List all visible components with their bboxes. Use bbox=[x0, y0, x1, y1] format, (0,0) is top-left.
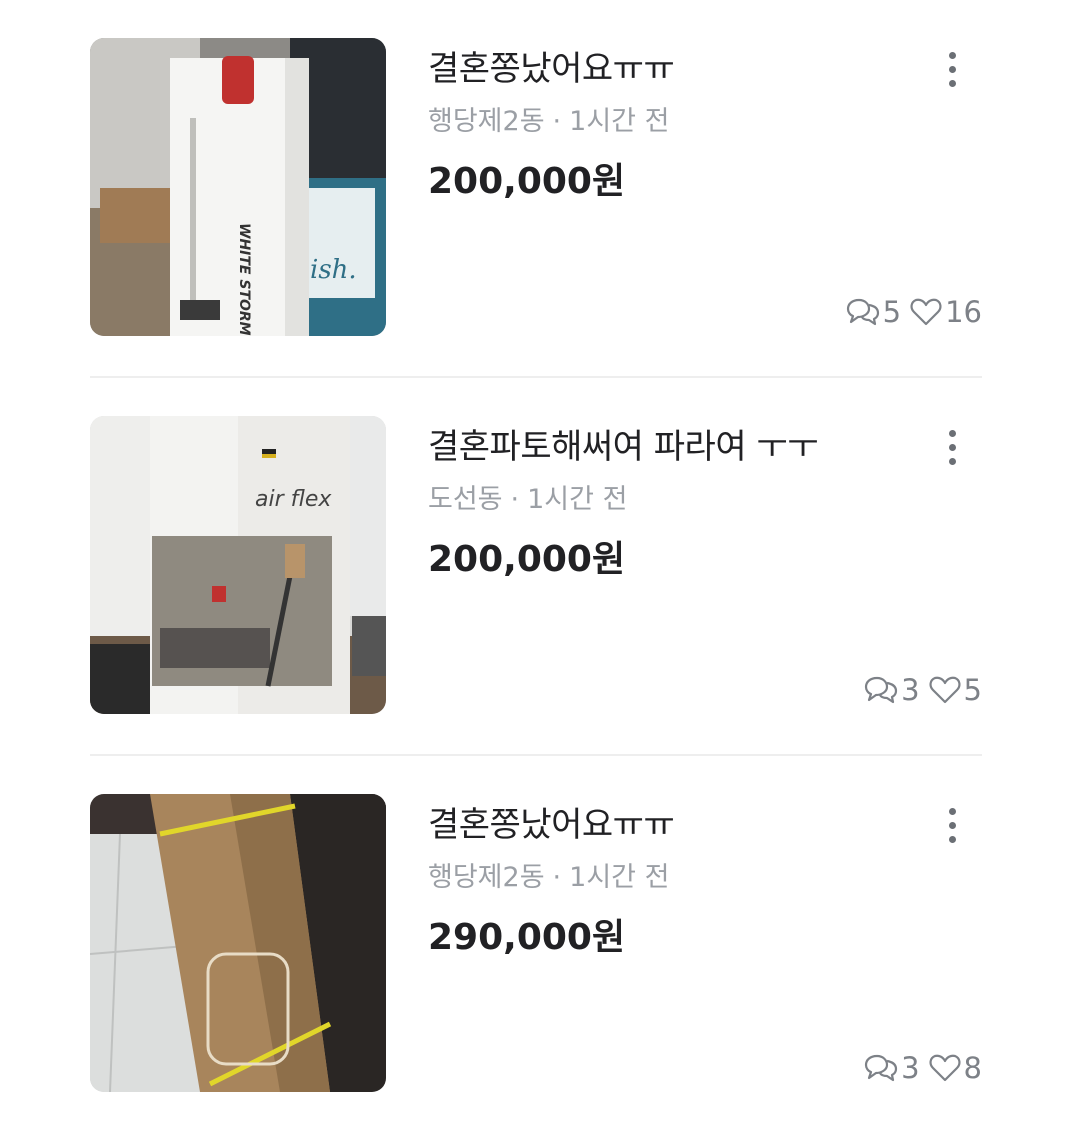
more-vertical-icon[interactable] bbox=[938, 806, 968, 846]
listing-item[interactable]: 결혼쫑났어요ㅠㅠ 행당제2동 · 1시간 전 290,000원 3 8 bbox=[0, 794, 1080, 1094]
product-thumbnail[interactable] bbox=[90, 794, 386, 1092]
listing-meta: 행당제2동 · 1시간 전 bbox=[428, 860, 669, 896]
product-thumbnail[interactable]: air flex bbox=[90, 416, 386, 714]
listing-meta: 행당제2동 · 1시간 전 bbox=[428, 104, 669, 140]
listing-price: 290,000원 bbox=[428, 917, 626, 958]
divider bbox=[90, 376, 982, 378]
more-vertical-icon[interactable] bbox=[938, 50, 968, 90]
like-count-value: 8 bbox=[963, 1051, 982, 1085]
heart-outline-icon bbox=[910, 298, 942, 326]
like-count: 8 bbox=[928, 1051, 982, 1085]
like-count: 5 bbox=[928, 673, 982, 707]
box-text: air flex bbox=[255, 487, 332, 512]
listing-item[interactable]: ish. WHITE STORM 결혼쫑났어요ㅠㅠ 행당제2동 · 1시간 전 20… bbox=[0, 38, 1080, 338]
listing-stats: 5 16 bbox=[845, 294, 982, 330]
heart-outline-icon bbox=[929, 1054, 961, 1082]
box-text: ish. bbox=[310, 255, 357, 285]
listing-time: 1시간 전 bbox=[527, 484, 628, 515]
listing-location: 행당제2동 bbox=[428, 106, 545, 137]
chat-count: 3 bbox=[863, 1051, 920, 1085]
listing-price: 200,000원 bbox=[428, 539, 626, 580]
vacuum-box-photo: air flex bbox=[90, 416, 386, 714]
chat-count: 5 bbox=[845, 295, 901, 329]
meta-separator: · bbox=[510, 484, 520, 515]
listing-location: 행당제2동 bbox=[428, 862, 545, 893]
box-text: WHITE STORM bbox=[236, 223, 252, 336]
like-count: 16 bbox=[909, 295, 982, 329]
chat-count: 3 bbox=[863, 673, 920, 707]
chat-count-value: 5 bbox=[882, 295, 902, 329]
listing-stats: 3 8 bbox=[863, 1050, 982, 1086]
product-thumbnail[interactable]: ish. WHITE STORM bbox=[90, 38, 386, 336]
listing-time: 1시간 전 bbox=[569, 106, 670, 137]
divider bbox=[90, 754, 982, 756]
listing-time: 1시간 전 bbox=[569, 862, 670, 893]
like-count-value: 5 bbox=[963, 673, 982, 707]
more-vertical-icon[interactable] bbox=[938, 428, 968, 468]
listing-stats: 3 5 bbox=[863, 672, 982, 708]
vacuum-box-photo: ish. WHITE STORM bbox=[90, 38, 386, 336]
listing-item[interactable]: air flex 결혼파토해써여 파라여 ㅜㅜ 도선동 · 1시간 전 200,00… bbox=[0, 416, 1080, 716]
listing-title[interactable]: 결혼파토해써여 파라여 ㅜㅜ bbox=[428, 424, 818, 470]
chat-count-value: 3 bbox=[901, 1051, 920, 1085]
heart-outline-icon bbox=[929, 676, 961, 704]
listing-title[interactable]: 결혼쫑났어요ㅠㅠ bbox=[428, 46, 675, 92]
meta-separator: · bbox=[552, 862, 562, 893]
meta-separator: · bbox=[552, 106, 562, 137]
chat-bubble-icon bbox=[846, 298, 879, 326]
listing-meta: 도선동 · 1시간 전 bbox=[428, 482, 627, 518]
listing-price: 200,000원 bbox=[428, 161, 626, 202]
chat-count-value: 3 bbox=[901, 673, 920, 707]
like-count-value: 16 bbox=[945, 295, 982, 329]
appliance-box-photo bbox=[90, 794, 386, 1092]
listing-title[interactable]: 결혼쫑났어요ㅠㅠ bbox=[428, 802, 675, 848]
listing-list: ish. WHITE STORM 결혼쫑났어요ㅠㅠ 행당제2동 · 1시간 전 20… bbox=[0, 0, 1080, 1126]
chat-bubble-icon bbox=[864, 1054, 898, 1082]
chat-bubble-icon bbox=[864, 676, 898, 704]
listing-location: 도선동 bbox=[428, 484, 503, 515]
